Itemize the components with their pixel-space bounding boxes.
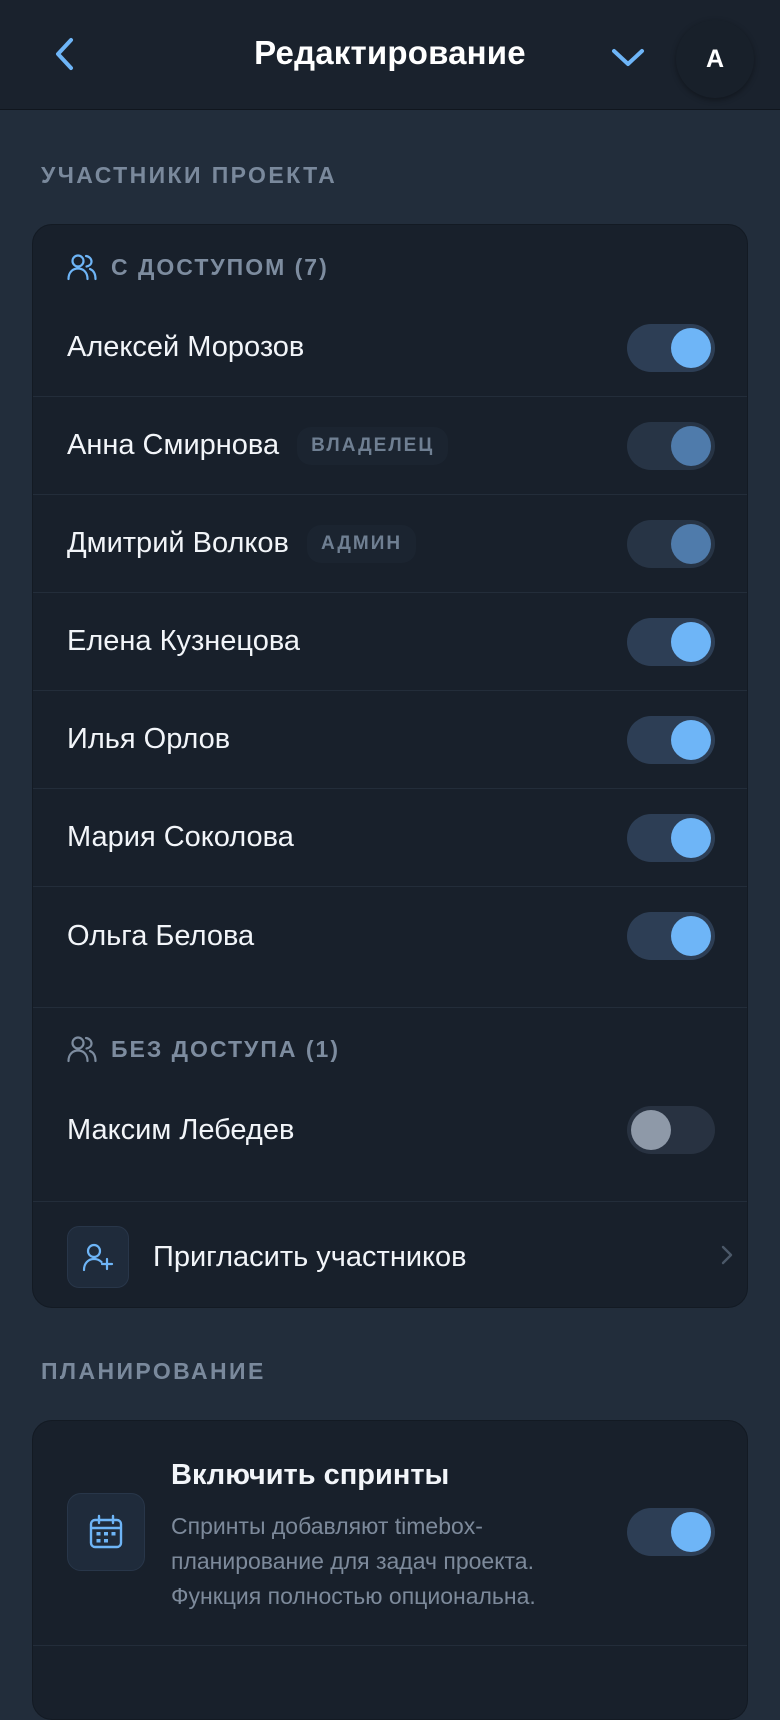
member-name: Мария Соколова	[67, 821, 294, 853]
toggle-knob	[671, 1512, 711, 1552]
avatar[interactable]: A	[676, 20, 754, 98]
planning-card: Включить спринты Спринты добавляют timeb…	[32, 1420, 748, 1720]
toggle-knob	[671, 720, 711, 760]
member-row: Анна Смирнова ВЛАДЕЛЕЦ	[33, 397, 747, 495]
page-title: Редактирование	[254, 34, 526, 71]
sprints-toggle[interactable]	[627, 1508, 715, 1556]
sprints-description: Спринты добавляют timebox-планирование д…	[171, 1513, 536, 1609]
member-row: Дмитрий Волков АДМИН	[33, 495, 747, 593]
sprint-icon-box	[67, 1493, 145, 1571]
access-toggle-locked[interactable]	[627, 520, 715, 568]
planning-divider	[33, 1645, 747, 1646]
member-row: Алексей Морозов	[33, 299, 747, 397]
member-name: Алексей Морозов	[67, 331, 305, 363]
member-name: Дмитрий Волков	[67, 527, 289, 559]
toggle-knob	[671, 524, 711, 564]
access-toggle[interactable]	[627, 618, 715, 666]
member-row: Максим Лебедев	[33, 1081, 747, 1179]
section-label-planning: ПЛАНИРОВАНИЕ	[41, 1358, 266, 1384]
group-header-without-access: БЕЗ ДОСТУПА (1)	[33, 1019, 747, 1079]
member-row: Мария Соколова	[33, 789, 747, 887]
group-title-without-access: БЕЗ ДОСТУПА (1)	[111, 1035, 340, 1062]
access-toggle[interactable]	[627, 814, 715, 862]
toggle-knob	[671, 426, 711, 466]
access-toggle-locked[interactable]	[627, 422, 715, 470]
members-card: С ДОСТУПОМ (7) Алексей Морозов Анна Смир…	[32, 224, 748, 1308]
users-icon	[67, 1034, 97, 1064]
role-badge-admin: АДМИН	[306, 524, 417, 563]
group-title-with-access: С ДОСТУПОМ (7)	[111, 253, 329, 280]
users-icon	[67, 252, 97, 282]
chevron-right-icon	[715, 1243, 739, 1267]
invite-divider	[33, 1201, 747, 1202]
access-toggle[interactable]	[627, 1106, 715, 1154]
sprints-title: Включить спринты	[171, 1459, 450, 1491]
section-label-members: УЧАСТНИКИ ПРОЕКТА	[41, 162, 338, 188]
toggle-knob	[671, 916, 711, 956]
access-toggle[interactable]	[627, 912, 715, 960]
access-toggle[interactable]	[627, 324, 715, 372]
group-divider	[33, 1007, 747, 1008]
access-toggle[interactable]	[627, 716, 715, 764]
member-name: Илья Орлов	[67, 723, 231, 755]
invite-icon-box	[67, 1226, 129, 1288]
invite-members-button[interactable]: Пригласить участников	[33, 1205, 747, 1307]
toggle-knob	[671, 328, 711, 368]
member-name: Анна Смирнова	[67, 429, 280, 461]
toggle-knob	[631, 1110, 671, 1150]
member-row: Илья Орлов	[33, 691, 747, 789]
chevron-down-icon	[612, 49, 644, 66]
member-name: Ольга Белова	[67, 919, 255, 952]
member-name: Елена Кузнецова	[67, 625, 301, 657]
toggle-knob	[671, 622, 711, 662]
user-plus-icon	[82, 1243, 114, 1272]
group-header-with-access: С ДОСТУПОМ (7)	[33, 237, 747, 297]
member-name: Максим Лебедев	[67, 1113, 295, 1146]
invite-label: Пригласить участников	[153, 1240, 467, 1273]
calendar-icon	[89, 1514, 123, 1549]
toggle-knob	[671, 818, 711, 858]
member-row: Елена Кузнецова	[33, 593, 747, 691]
role-badge-owner: ВЛАДЕЛЕЦ	[297, 426, 449, 465]
collapse-button[interactable]	[608, 38, 648, 78]
member-row: Ольга Белова	[33, 887, 747, 985]
top-bar: Редактирование A	[0, 0, 780, 110]
